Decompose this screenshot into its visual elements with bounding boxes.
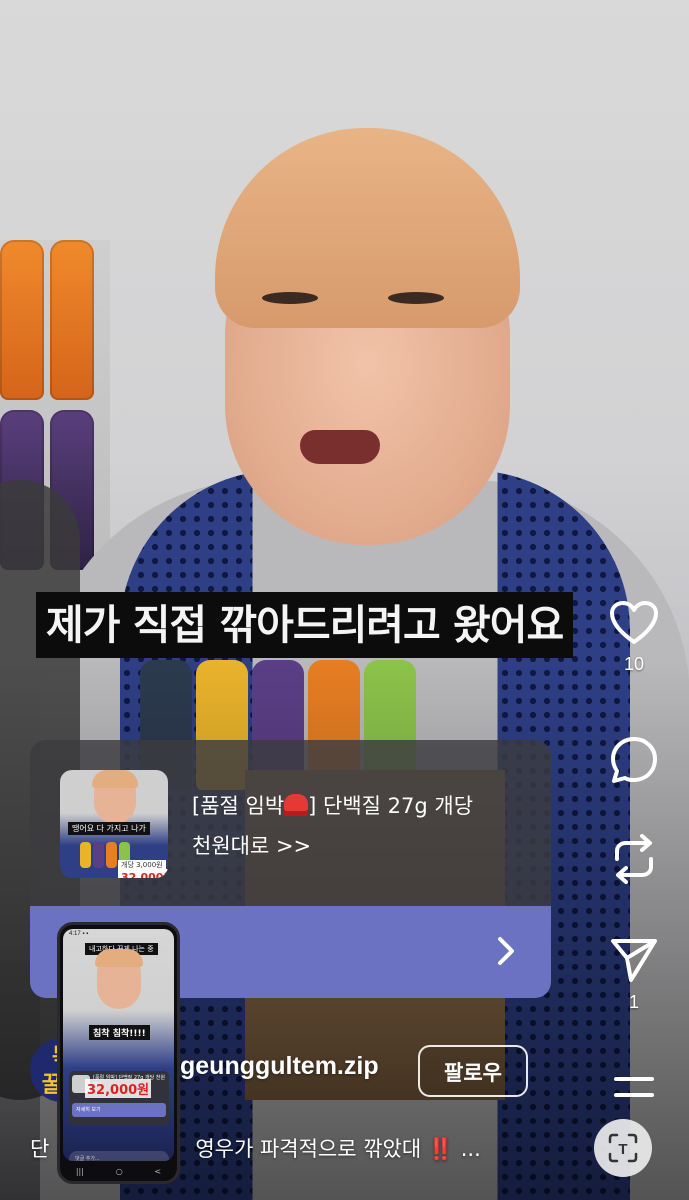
phone-preview-screen: 4:17 ▪ ▪ 내고하다 꾸게 나는 중 침착 침착!!!! [품절 임박] … xyxy=(63,929,174,1161)
phone-nav-home-icon: ○ xyxy=(115,1166,123,1176)
send-icon[interactable] xyxy=(609,936,659,984)
promo-title-end: ] 단백질 27g 개당 xyxy=(308,794,474,818)
text-scan-icon: T xyxy=(608,1133,638,1163)
thumb-caption: 땡어요 다 가지고 나가 xyxy=(68,822,150,835)
phone-nav-back-icon: < xyxy=(154,1166,162,1176)
promo-title-line2: 천원대로 >> xyxy=(192,834,312,858)
promo-thumbnail[interactable]: 땡어요 다 가지고 나가 개당 3,000원 32,000원 xyxy=(60,770,168,878)
phone-nav-bar: ||| ○ < xyxy=(60,1165,177,1177)
phone-nav-recents-icon: ||| xyxy=(75,1166,84,1176)
comment-icon[interactable] xyxy=(609,735,659,785)
heart-icon[interactable] xyxy=(609,600,659,646)
promo-title[interactable]: [품절 임박 ] 단백질 27g 개당 천원대로 >> xyxy=(192,786,532,866)
phone-caption: 침착 침착!!!! xyxy=(89,1025,150,1040)
reel-screen: 제가 직접 깎아드리려고 왔어요 10 1 땡어요 다 가지고 나가 개당 3,… xyxy=(0,0,689,1200)
video-caption: 제가 직접 깎아드리려고 왔어요 xyxy=(36,592,574,658)
double-exclamation-icon: ‼️ xyxy=(427,1137,455,1161)
account-username[interactable]: geunggultem.zip xyxy=(180,1052,379,1081)
phone-status-bar: 4:17 ▪ ▪ xyxy=(69,931,89,937)
repost-action[interactable] xyxy=(579,833,689,885)
phone-person-hair xyxy=(95,949,143,967)
share-action[interactable]: 1 xyxy=(579,936,689,1013)
like-action[interactable]: 10 xyxy=(579,600,689,675)
share-count: 1 xyxy=(628,992,639,1012)
thumb-person-hair xyxy=(92,770,138,788)
phone-comment-field: 댓글 추가... xyxy=(69,1151,169,1161)
menu-icon[interactable] xyxy=(612,1074,656,1100)
description-more[interactable]: ... xyxy=(461,1137,481,1161)
promo-title-start: [품절 임박 xyxy=(192,794,285,818)
thumb-price: 32,000원 xyxy=(118,869,168,878)
description-text: 영우가 파격적으로 깎았대 xyxy=(195,1137,422,1161)
follow-button[interactable]: 팔로우 xyxy=(418,1045,528,1097)
more-action[interactable] xyxy=(579,1074,689,1100)
repost-icon[interactable] xyxy=(609,833,659,885)
chevron-right-icon xyxy=(498,937,514,965)
text-scan-label: T xyxy=(618,1141,627,1158)
text-scan-button[interactable]: T xyxy=(594,1119,652,1177)
phone-promo-button: 자세히 보기 xyxy=(72,1103,166,1117)
comment-action[interactable] xyxy=(579,735,689,785)
description-start: 단 xyxy=(30,1137,50,1161)
phone-price: 32,000원 xyxy=(85,1079,152,1098)
like-count: 10 xyxy=(623,654,645,674)
phone-preview-overlay[interactable]: 4:17 ▪ ▪ 내고하다 꾸게 나는 중 침착 침착!!!! [품절 임박] … xyxy=(57,922,180,1184)
siren-emoji-icon xyxy=(284,794,309,816)
